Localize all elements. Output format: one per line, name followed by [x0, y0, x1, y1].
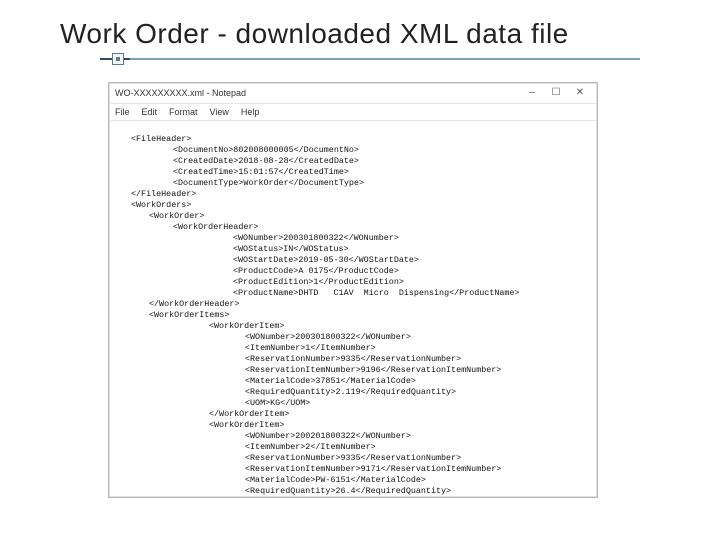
- xml-line: <DocumentNo>802008000005</DocumentNo>: [113, 145, 359, 155]
- xml-line: <FileHeader>: [113, 134, 191, 144]
- title-underline: [60, 56, 680, 62]
- xml-line: <ReservationItemNumber>9171</Reservation…: [113, 464, 501, 474]
- xml-line: <RequiredQuantity>26.4</RequiredQuantity…: [113, 486, 451, 496]
- xml-line: <DocumentType>WorkOrder</DocumentType>: [113, 178, 364, 188]
- xml-line: <ItemNumber>2</ItemNumber>: [113, 442, 376, 452]
- notepad-titlebar: WO-XXXXXXXXX.xml - Notepad – ☐ ✕: [109, 83, 597, 104]
- xml-line: <ProductCode>A 0175</ProductCode>: [113, 266, 399, 276]
- xml-line: <WONumber>200201800322</WONumber>: [113, 431, 411, 441]
- xml-line: <ItemNumber>1</ItemNumber>: [113, 343, 376, 353]
- menu-format[interactable]: Format: [169, 104, 198, 120]
- menu-help[interactable]: Help: [241, 104, 260, 120]
- notepad-title-text: WO-XXXXXXXXX.xml - Notepad: [115, 83, 246, 103]
- xml-line: <WONumber>200301800322</WONumber>: [113, 332, 411, 342]
- xml-line: <CreatedDate>2018-08-28</CreatedDate>: [113, 156, 359, 166]
- maximize-button[interactable]: ☐: [549, 83, 563, 103]
- xml-line: <WorkOrderItems>: [113, 310, 229, 320]
- xml-line: <RequiredQuantity>2.119</RequiredQuantit…: [113, 387, 456, 397]
- xml-line: <MaterialCode>37851</MaterialCode>: [113, 376, 416, 386]
- xml-line: <ReservationNumber>9335</ReservationNumb…: [113, 354, 461, 364]
- page-title: Work Order - downloaded XML data file: [60, 18, 680, 50]
- menu-edit[interactable]: Edit: [142, 104, 158, 120]
- xml-line: <CreatedTime>15:01:57</CreatedTime>: [113, 167, 349, 177]
- xml-line: <ProductName>DHTD C1AV Micro Dispensing<…: [113, 288, 519, 298]
- xml-line: </WorkOrderHeader>: [113, 299, 239, 309]
- xml-line: <WOStartDate>2019-05-30</WOStartDate>: [113, 255, 419, 265]
- notepad-text-area[interactable]: <FileHeader> <DocumentNo>802008000005</D…: [109, 121, 597, 497]
- xml-line: <UOM>KG</UOM>: [113, 398, 310, 408]
- close-button[interactable]: ✕: [573, 83, 587, 103]
- xml-line: </FileHeader>: [113, 189, 196, 199]
- xml-line: </WorkOrderItem>: [113, 409, 289, 419]
- xml-line: <MaterialCode>PW-6151</MaterialCode>: [113, 475, 426, 485]
- xml-line: <WorkOrderItem>: [113, 420, 284, 430]
- minimize-button[interactable]: –: [525, 83, 539, 103]
- menu-file[interactable]: File: [115, 104, 130, 120]
- xml-line: <ProductEdition>1</ProductEdition>: [113, 277, 404, 287]
- xml-line: <WorkOrderHeader>: [113, 222, 258, 232]
- xml-line: <ReservationItemNumber>9196</Reservation…: [113, 365, 501, 375]
- xml-line: <WorkOrder>: [113, 211, 204, 221]
- notepad-window: WO-XXXXXXXXX.xml - Notepad – ☐ ✕ File Ed…: [108, 82, 598, 498]
- xml-line: <WorkOrderItem>: [113, 321, 284, 331]
- xml-line: <WorkOrders>: [113, 200, 191, 210]
- xml-line: <WONumber>200301800322</WONumber>: [113, 233, 399, 243]
- notepad-menubar: File Edit Format View Help: [109, 104, 597, 121]
- menu-view[interactable]: View: [210, 104, 229, 120]
- xml-line: <ReservationNumber>9335</ReservationNumb…: [113, 453, 461, 463]
- xml-line: <WOStatus>IN</WOStatus>: [113, 244, 349, 254]
